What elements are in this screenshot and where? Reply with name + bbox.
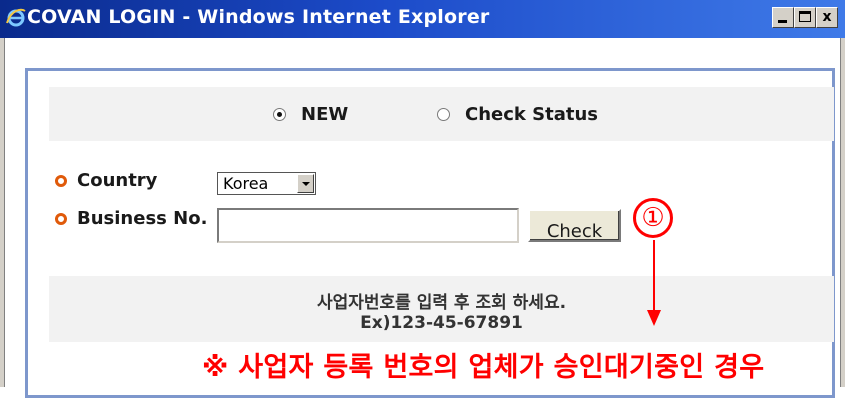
window-right-border bbox=[840, 38, 845, 387]
radio-check-status[interactable]: Check Status bbox=[437, 103, 598, 125]
annotation-number-badge: ① bbox=[633, 198, 673, 238]
info-instruction: 사업자번호를 입력 후 조회 하세요. bbox=[316, 293, 567, 313]
browser-window: COVAN LOGIN - Windows Internet Explorer … bbox=[0, 0, 845, 398]
ie-icon bbox=[6, 8, 26, 27]
country-select[interactable]: Korea bbox=[217, 172, 316, 195]
minimize-icon bbox=[778, 20, 787, 23]
business-number-label: Business No. bbox=[77, 208, 208, 229]
bullet-icon bbox=[55, 174, 67, 187]
radio-check-status-label: Check Status bbox=[465, 103, 598, 125]
bullet-icon bbox=[55, 212, 67, 225]
window-title: COVAN LOGIN - Windows Internet Explorer bbox=[27, 6, 490, 28]
radio-check-status-circle[interactable] bbox=[437, 107, 450, 121]
annotation-caption: ※ 사업자 등록 번호의 업체가 승인대기중인 경우 bbox=[202, 352, 765, 383]
info-example: Ex)123-45-67891 bbox=[360, 313, 523, 333]
title-bar[interactable]: COVAN LOGIN - Windows Internet Explorer … bbox=[0, 0, 845, 38]
check-button[interactable]: Check bbox=[528, 209, 621, 242]
country-select-value: Korea bbox=[223, 174, 269, 193]
maximize-icon bbox=[799, 11, 811, 22]
country-label-row: Country bbox=[55, 170, 157, 191]
maximize-button[interactable] bbox=[794, 7, 816, 28]
business-number-input[interactable] bbox=[217, 208, 519, 243]
annotation-arrow-icon bbox=[647, 240, 661, 326]
business-label-row: Business No. bbox=[55, 208, 207, 229]
window-left-border bbox=[0, 38, 5, 387]
radio-new-circle[interactable] bbox=[273, 107, 286, 121]
minimize-button[interactable] bbox=[772, 7, 794, 28]
dropdown-arrow-icon[interactable] bbox=[297, 174, 314, 193]
radio-new[interactable]: NEW bbox=[273, 103, 348, 125]
close-button[interactable]: x bbox=[816, 7, 838, 28]
close-icon: x bbox=[822, 9, 832, 25]
country-label: Country bbox=[77, 170, 158, 191]
radio-new-label: NEW bbox=[301, 103, 349, 125]
